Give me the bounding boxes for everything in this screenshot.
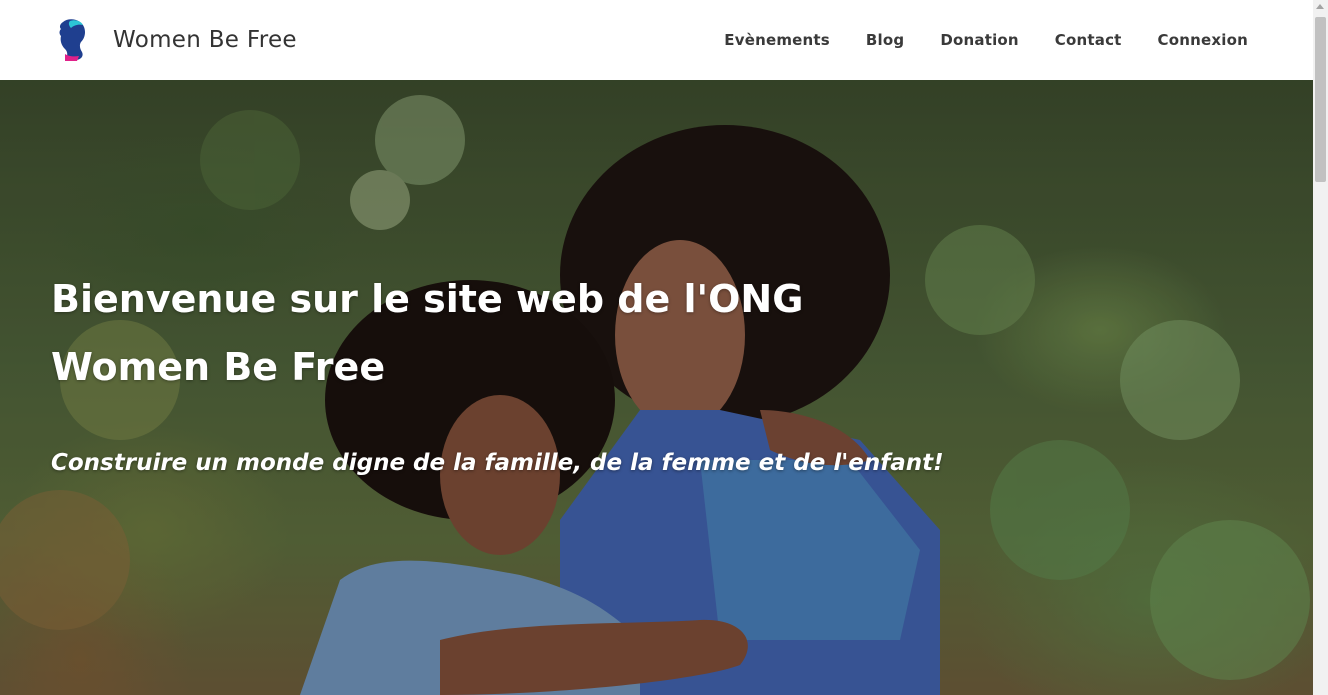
nav-item-donation[interactable]: Donation bbox=[940, 31, 1018, 49]
page-scrollbar[interactable] bbox=[1313, 0, 1328, 695]
scroll-up-arrow-icon[interactable] bbox=[1316, 4, 1324, 9]
hero-section: Bienvenue sur le site web de l'ONG Women… bbox=[0, 80, 1313, 695]
hero-title-line-2: Women Be Free bbox=[51, 345, 386, 389]
nav-item-evenements[interactable]: Evènements bbox=[724, 31, 830, 49]
nav-item-blog[interactable]: Blog bbox=[866, 31, 904, 49]
site-header: Women Be Free Evènements Blog Donation C… bbox=[0, 0, 1313, 80]
hero-subtitle: Construire un monde digne de la famille,… bbox=[51, 450, 944, 476]
hero-title-line-1: Bienvenue sur le site web de l'ONG bbox=[51, 277, 804, 321]
woman-silhouette-icon bbox=[59, 19, 85, 61]
hero-title: Bienvenue sur le site web de l'ONG Women… bbox=[51, 265, 951, 401]
nav-item-contact[interactable]: Contact bbox=[1055, 31, 1122, 49]
main-nav: Evènements Blog Donation Contact Connexi… bbox=[688, 0, 1248, 80]
brand-name: Women Be Free bbox=[113, 27, 297, 53]
nav-item-connexion[interactable]: Connexion bbox=[1158, 31, 1248, 49]
scrollbar-thumb[interactable] bbox=[1315, 17, 1326, 182]
brand-link[interactable]: Women Be Free bbox=[53, 18, 297, 62]
